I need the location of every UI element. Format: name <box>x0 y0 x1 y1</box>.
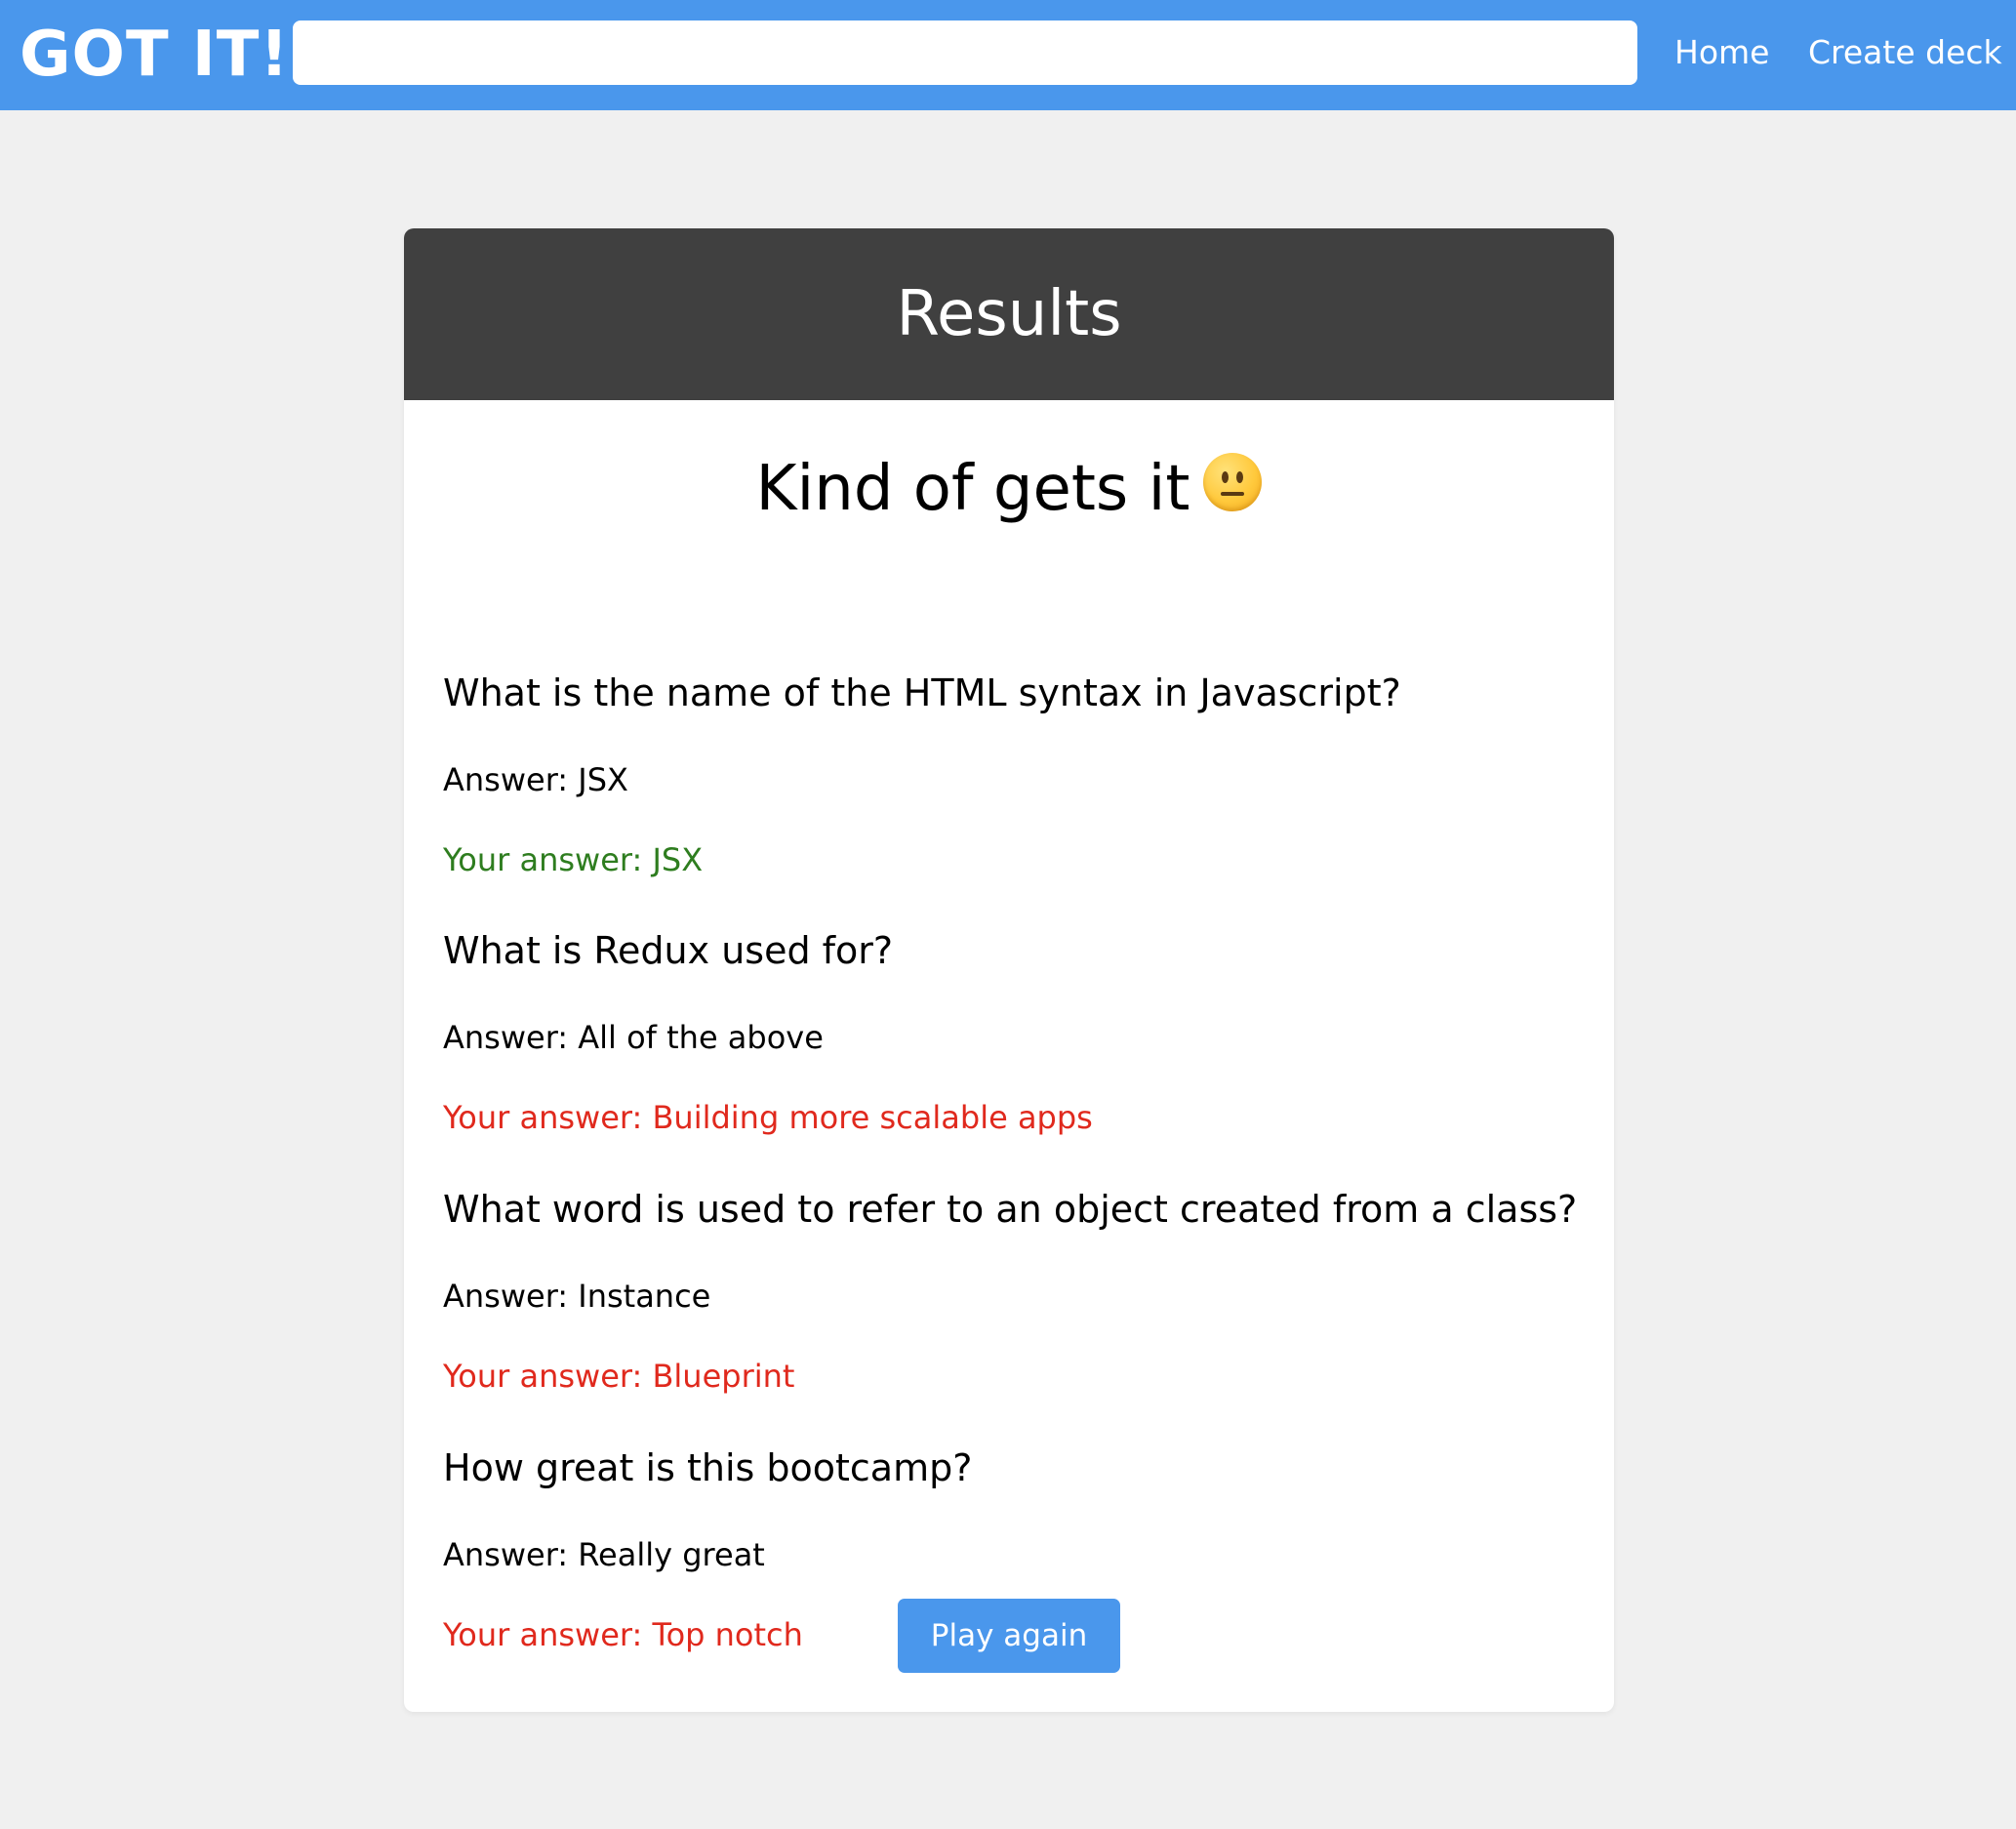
verdict-heading: Kind of gets it <box>404 447 1614 531</box>
correct-answer: Answer: JSX <box>443 761 628 798</box>
nav-link-home[interactable]: Home <box>1674 29 1769 76</box>
question-text: What is the name of the HTML syntax in J… <box>443 671 1401 714</box>
navbar: GOT IT! Home Create deck <box>0 0 2016 110</box>
correct-answer: Answer: Instance <box>443 1278 711 1315</box>
user-answer-wrong: Your answer: Blueprint <box>443 1358 795 1395</box>
logo[interactable]: GOT IT! <box>20 18 290 92</box>
verdict-text: Kind of gets it <box>755 453 1190 525</box>
search-input[interactable] <box>293 20 1637 85</box>
question-block: What is Redux used for? Answer: All of t… <box>443 924 1575 1139</box>
question-block: What word is used to refer to an object … <box>443 1183 1578 1398</box>
question-text: What is Redux used for? <box>443 929 894 972</box>
results-card: Results Kind of gets it What is the name… <box>404 228 1614 1712</box>
neutral-face-icon <box>1203 453 1263 511</box>
user-answer-correct: Your answer: JSX <box>443 841 704 878</box>
results-title: Results <box>896 278 1122 350</box>
correct-answer: Answer: Really great <box>443 1536 765 1573</box>
question-text: What word is used to refer to an object … <box>443 1188 1578 1231</box>
user-answer-wrong: Your answer: Building more scalable apps <box>443 1099 1093 1136</box>
play-again-button[interactable]: Play again <box>898 1599 1120 1673</box>
nav-link-create-deck[interactable]: Create deck <box>1808 29 2002 76</box>
question-text: How great is this bootcamp? <box>443 1446 973 1489</box>
correct-answer: Answer: All of the above <box>443 1019 824 1056</box>
question-block: What is the name of the HTML syntax in J… <box>443 667 1575 881</box>
results-header: Results <box>404 228 1614 400</box>
